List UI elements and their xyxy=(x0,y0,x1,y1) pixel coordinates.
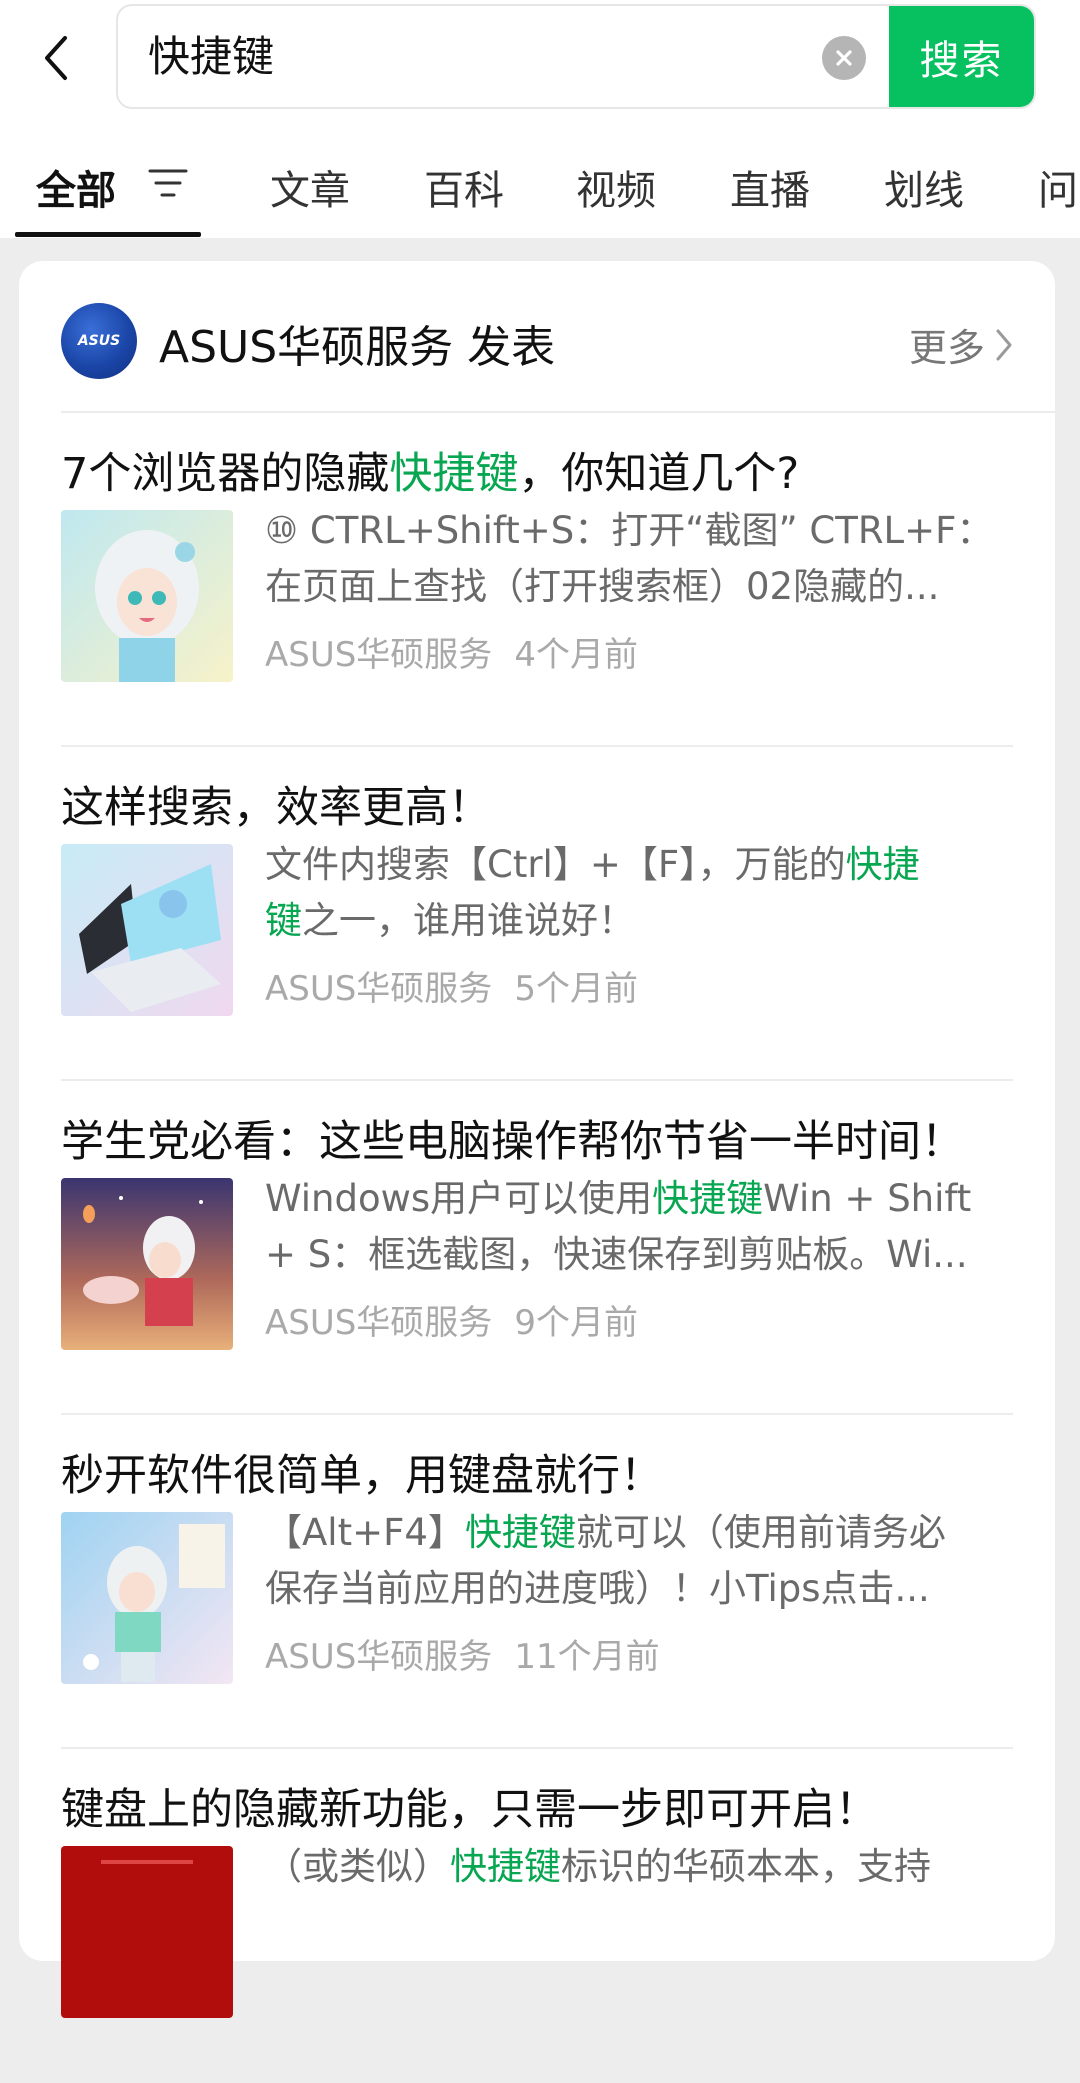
search-input[interactable]: 快捷键 xyxy=(148,6,274,107)
search-box[interactable]: 快捷键 搜索 xyxy=(116,4,1036,109)
tab-articles[interactable]: 文章 xyxy=(270,158,350,216)
article-thumbnail xyxy=(61,1512,233,1684)
article-time: 4个月前 xyxy=(514,635,638,675)
clear-button[interactable] xyxy=(822,36,866,80)
article-meta: ASUS华硕服务 5个月前 xyxy=(265,961,638,1010)
article-source: ASUS华硕服务 xyxy=(265,635,493,675)
article-snippet: 文件内搜索【Ctrl】+【F】，万能的快捷 键之一，谁用谁说好！ xyxy=(265,843,920,942)
article-time: 5个月前 xyxy=(514,969,638,1009)
article-thumbnail xyxy=(61,844,233,1016)
article-item[interactable]: 学生党必看：这些电脑操作帮你节省一半时间！ Windows用户可以使用快捷键Wi xyxy=(61,1081,1013,1415)
article-source: ASUS华硕服务 xyxy=(265,969,493,1009)
filter-icon[interactable] xyxy=(148,166,188,200)
tab-video[interactable]: 视频 xyxy=(576,158,656,216)
article-title: 秒开软件很简单，用键盘就行！ xyxy=(61,1451,663,1501)
article-title: 学生党必看：这些电脑操作帮你节省一半时间！ xyxy=(61,1117,964,1167)
search-button[interactable]: 搜索 xyxy=(889,6,1034,107)
article-source: ASUS华硕服务 xyxy=(265,1303,493,1343)
more-link[interactable]: 更多 xyxy=(909,317,1013,372)
avatar: ASUS xyxy=(61,303,137,379)
chevron-left-icon xyxy=(45,36,67,80)
author-name: ASUS华硕服务 发表 xyxy=(159,322,556,373)
article-thumbnail xyxy=(61,1846,233,2018)
article-thumbnail xyxy=(61,1178,233,1350)
article-snippet: ⑩ CTRL+Shift+S：打开“截图” CTRL+F： 在页面上查找（打开搜… xyxy=(265,509,994,608)
chevron-right-icon xyxy=(996,329,1012,360)
result-card: ASUS ASUS华硕服务 发表 更多 7个浏览器的隐藏快捷键，你知道几个? ⑩… xyxy=(19,261,1055,2018)
article-title: 7个浏览器的隐藏快捷键，你知道几个? xyxy=(61,449,800,499)
tab-all[interactable]: 全部 xyxy=(36,158,116,216)
article-time: 9个月前 xyxy=(514,1303,638,1343)
article-snippet: （或类似）快捷键标识的华硕本本，支持 xyxy=(265,1845,931,1888)
tab-live[interactable]: 直播 xyxy=(730,158,810,216)
back-button[interactable] xyxy=(36,26,76,90)
article-snippet: 【Alt+F4】快捷键就可以（使用前请务必 保存当前应用的进度哦）！小Tips点… xyxy=(265,1511,946,1610)
article-title: 这样搜索，效率更高！ xyxy=(61,783,491,833)
article-meta: ASUS华硕服务 4个月前 xyxy=(265,627,638,676)
tab-bar: 全部 文章 百科 视频 直播 划线 问 xyxy=(0,140,1080,238)
avatar-logo-text: ASUS xyxy=(77,333,121,349)
header: 快捷键 搜索 全部 文章 百科 视频 直播 划线 问 xyxy=(0,0,1080,238)
article-item[interactable]: 秒开软件很简单，用键盘就行！ 【Alt+F4】快捷键就可以（使用前请务必 保存当… xyxy=(61,1415,1013,1749)
tab-baike[interactable]: 百科 xyxy=(424,158,504,216)
article-item[interactable]: 键盘上的隐藏新功能，只需一步即可开启！ （或类似）快捷键标识的华硕本本，支持 xyxy=(61,1749,1013,2083)
article-time: 11个月前 xyxy=(514,1637,660,1677)
article-item[interactable]: 这样搜索，效率更高！ 文件内搜索【Ctrl】+【F】，万能的快捷 键之一，谁用谁… xyxy=(61,747,1013,1081)
article-meta: ASUS华硕服务 11个月前 xyxy=(265,1629,660,1678)
author-row[interactable]: ASUS ASUS华硕服务 发表 更多 xyxy=(19,261,1055,411)
article-thumbnail xyxy=(61,510,233,682)
close-icon xyxy=(836,50,852,66)
more-label: 更多 xyxy=(908,326,985,370)
article-source: ASUS华硕服务 xyxy=(265,1637,493,1677)
article-snippet: Windows用户可以使用快捷键Win + Shift + S：框选截图，快速保… xyxy=(265,1177,972,1276)
tab-questions[interactable]: 问 xyxy=(1038,158,1078,216)
article-item[interactable]: 7个浏览器的隐藏快捷键，你知道几个? ⑩ CTRL+Shift+S：打开“截图” xyxy=(61,413,1013,747)
tab-highlights[interactable]: 划线 xyxy=(884,158,964,216)
article-meta: ASUS华硕服务 9个月前 xyxy=(265,1295,638,1344)
article-title: 键盘上的隐藏新功能，只需一步即可开启！ xyxy=(61,1785,878,1835)
active-tab-indicator xyxy=(15,232,201,237)
